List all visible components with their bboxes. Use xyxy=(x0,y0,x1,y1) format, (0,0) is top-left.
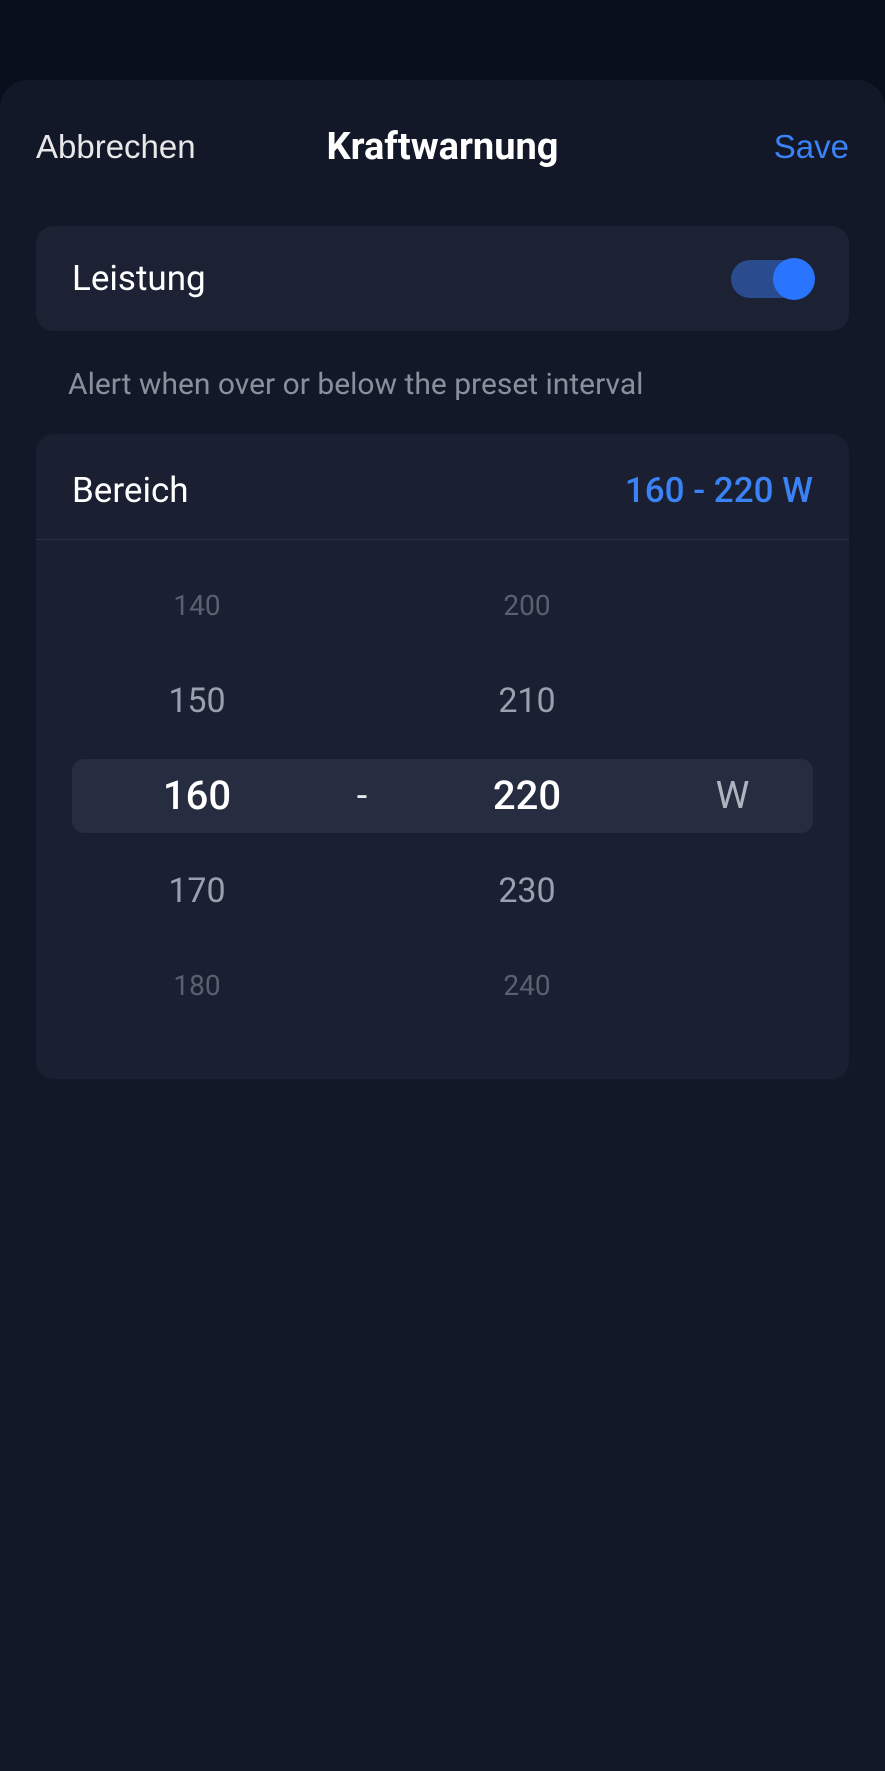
range-picker: 140 200 150 210 160 - 220 W xyxy=(36,540,849,1051)
picker-row-selected[interactable]: 160 - 220 W xyxy=(72,748,813,843)
max-option[interactable]: 230 xyxy=(402,871,652,911)
max-option[interactable]: 200 xyxy=(402,589,652,622)
range-header: Bereich 160 - 220 W xyxy=(36,470,849,540)
min-option[interactable]: 140 xyxy=(72,589,322,622)
cancel-button[interactable]: Abbrechen xyxy=(36,128,196,166)
max-option[interactable]: 210 xyxy=(402,681,652,721)
range-card: Bereich 160 - 220 W 140 200 150 210 xyxy=(36,434,849,1079)
picker-row[interactable]: 180 240 xyxy=(72,938,813,1033)
range-separator: - xyxy=(322,774,402,818)
max-option[interactable]: 240 xyxy=(402,969,652,1002)
min-option[interactable]: 180 xyxy=(72,969,322,1002)
range-unit: W xyxy=(652,774,813,818)
modal-header: Abbrechen Kraftwarnung Save xyxy=(0,80,885,226)
toggle-knob xyxy=(773,258,815,300)
power-toggle-label: Leistung xyxy=(72,258,206,299)
max-selected[interactable]: 220 xyxy=(402,772,652,819)
save-button[interactable]: Save xyxy=(774,128,849,166)
min-selected[interactable]: 160 xyxy=(72,772,322,819)
min-option[interactable]: 170 xyxy=(72,871,322,911)
picker-row[interactable]: 150 210 xyxy=(72,653,813,748)
range-label: Bereich xyxy=(72,470,189,511)
power-toggle-card: Leistung xyxy=(36,226,849,331)
hint-text: Alert when over or below the preset inte… xyxy=(0,331,885,434)
picker-row[interactable]: 140 200 xyxy=(72,558,813,653)
picker-row[interactable]: 170 230 xyxy=(72,843,813,938)
range-value: 160 - 220 W xyxy=(625,470,813,511)
settings-modal: Abbrechen Kraftwarnung Save Leistung Ale… xyxy=(0,80,885,1771)
power-toggle-switch[interactable] xyxy=(731,260,813,298)
min-option[interactable]: 150 xyxy=(72,681,322,721)
modal-title: Kraftwarnung xyxy=(326,125,558,169)
